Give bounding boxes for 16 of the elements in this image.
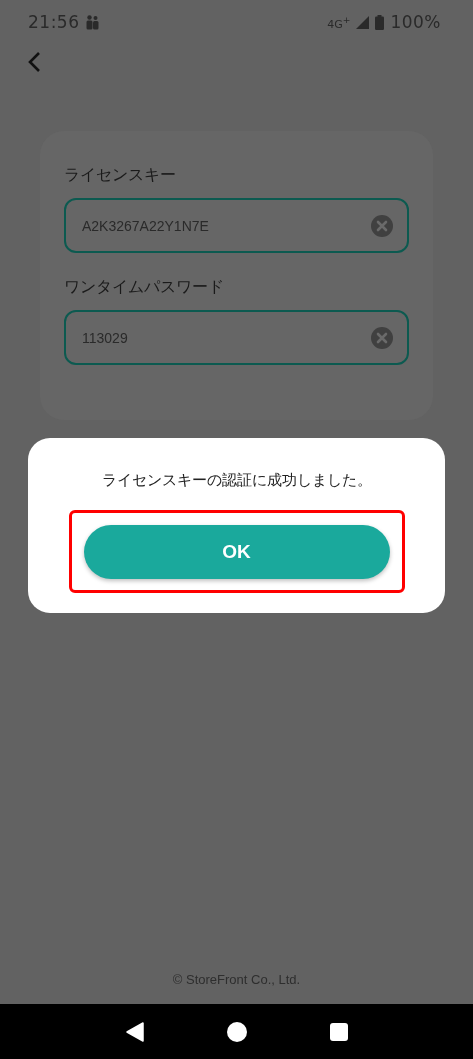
battery-icon <box>375 14 385 30</box>
recents-nav-icon[interactable] <box>329 1022 348 1041</box>
input-field[interactable]: A2K3267A22Y1N7E <box>64 198 409 253</box>
network-type: 4G$^{+}$ <box>327 13 351 31</box>
back-icon[interactable] <box>27 51 41 73</box>
back-nav-icon[interactable] <box>125 1021 144 1042</box>
people-icon <box>85 14 99 30</box>
input-field[interactable]: 113029 <box>64 310 409 365</box>
dialog-message: ライセンスキーの認証に成功しました。 <box>101 471 372 490</box>
status-time: 21:56 <box>28 12 80 32</box>
battery-level: 100% <box>390 12 441 32</box>
home-nav-icon[interactable] <box>226 1021 247 1042</box>
ok-button[interactable]: OK <box>83 524 390 579</box>
field-label: ワンタイムパスワード <box>64 277 225 298</box>
signal-icon <box>356 15 370 29</box>
field-label: ライセンスキー <box>64 165 177 186</box>
